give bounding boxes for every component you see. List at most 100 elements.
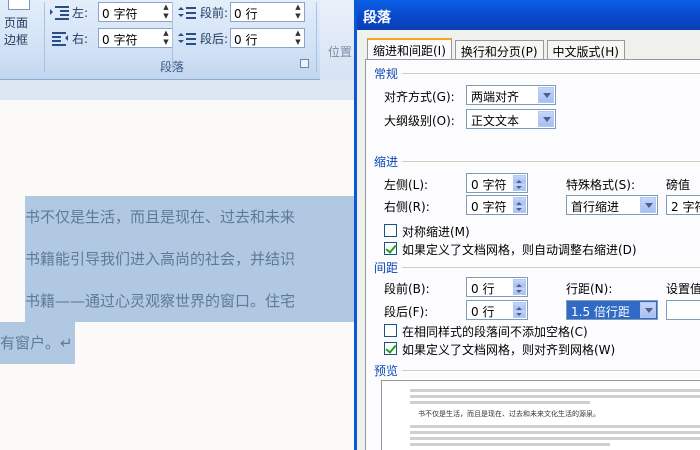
indent-left-value: 0 字符: [102, 7, 138, 21]
document-page[interactable]: 书不仅是生活，而且是现在、过去和未来 书籍能引导我们进入高尚的社会，并结识 书籍…: [0, 100, 360, 450]
mirror-indent-checkbox[interactable]: [384, 224, 397, 237]
line-spacing-value: 1.5 倍行距: [571, 305, 630, 319]
spin-down-icon[interactable]: [513, 205, 526, 213]
indent-by-value: 2 字符: [671, 200, 700, 214]
ribbon-separator: [44, 2, 45, 72]
page-border-button[interactable]: 页面 边框: [0, 0, 42, 52]
preview-line: [410, 389, 700, 392]
page-border-label-1: 页面: [4, 16, 29, 30]
chevron-down-icon[interactable]: [538, 111, 554, 127]
indent-by-field[interactable]: 2 字符: [666, 195, 700, 215]
line-spacing-label: 行距(N):: [566, 282, 613, 296]
no-space-same-style-checkbox[interactable]: [384, 324, 397, 337]
preview-line: [410, 437, 700, 440]
spin-arrows-icon[interactable]: ▲ ▼: [292, 3, 304, 21]
alignment-value: 两端对齐: [471, 90, 520, 104]
snap-to-grid-checkbox[interactable]: [384, 342, 397, 355]
preview-line: [410, 401, 590, 404]
space-before-field-label: 段前(B):: [384, 282, 430, 296]
no-space-same-style-label: 在相同样式的段落间不添加空格(C): [402, 325, 588, 339]
space-after-value: 0 行: [234, 33, 258, 47]
ribbon-space-after: 段后: 0 行 ▲ ▼: [178, 27, 305, 49]
line-spacing-select[interactable]: 1.5 倍行距: [566, 300, 658, 320]
tab-indents-spacing[interactable]: 缩进和间距(I): [367, 38, 452, 60]
spin-up-icon[interactable]: [513, 175, 526, 183]
special-indent-select[interactable]: 首行缩进: [566, 195, 658, 215]
indent-left-field[interactable]: 0 字符: [466, 173, 528, 193]
spin-arrows-icon[interactable]: ▲ ▼: [160, 29, 172, 47]
section-divider: [402, 370, 700, 371]
special-indent-label: 特殊格式(S):: [566, 178, 636, 192]
indent-left-spinner[interactable]: 0 字符 ▲ ▼: [98, 2, 173, 22]
spin-up-icon[interactable]: [513, 197, 526, 205]
preview-line: [410, 443, 610, 446]
outline-level-value: 正文文本: [471, 114, 520, 128]
indent-left-field-value: 0 字符: [471, 178, 507, 192]
ribbon-space-before: 段前: 0 行 ▲ ▼: [178, 1, 305, 23]
indent-right-spinner[interactable]: 0 字符 ▲ ▼: [98, 28, 173, 48]
indent-right-field[interactable]: 0 字符: [466, 195, 528, 215]
indent-left-label: 左:: [72, 5, 89, 20]
spin-arrows-icon[interactable]: ▲ ▼: [292, 29, 304, 47]
spin-down-icon[interactable]: [513, 183, 526, 191]
preview-line: [410, 431, 700, 434]
spacing-at-field[interactable]: [666, 300, 700, 320]
indent-right-value: 0 字符: [102, 33, 138, 47]
spin-arrows-icon[interactable]: ▲ ▼: [160, 3, 172, 21]
spin-up-icon[interactable]: [513, 302, 526, 310]
space-before-value: 0 行: [234, 7, 258, 21]
indent-section-title: 缩进: [374, 155, 399, 169]
indent-left-field-label: 左侧(L):: [384, 178, 429, 192]
chevron-down-icon[interactable]: [640, 197, 656, 213]
space-before-spinner[interactable]: 0 行 ▲ ▼: [230, 2, 305, 22]
tab-asian-typography[interactable]: 中文版式(H): [546, 40, 625, 60]
dialog-titlebar[interactable]: 段落: [357, 0, 700, 30]
indent-right-field-value: 0 字符: [471, 200, 507, 214]
space-after-field[interactable]: 0 行: [466, 300, 528, 320]
section-divider: [402, 267, 700, 268]
space-before-field[interactable]: 0 行: [466, 277, 528, 297]
dialog-title: 段落: [363, 10, 391, 26]
mirror-indent-label: 对称缩进(M): [402, 225, 470, 239]
paragraph-group-label: 段落: [160, 60, 185, 74]
indent-right-field-label: 右侧(R):: [384, 200, 430, 214]
document-line[interactable]: 书不仅是生活，而且是现在、过去和未来: [25, 196, 360, 238]
auto-adjust-right-indent-checkbox[interactable]: [384, 242, 397, 255]
tab-line-page-breaks[interactable]: 换行和分页(P): [454, 40, 544, 60]
position-button[interactable]: 位置: [320, 0, 358, 80]
spin-buttons[interactable]: [513, 197, 526, 213]
outline-level-select[interactable]: 正文文本: [466, 109, 556, 129]
page-border-label-2: 边框: [4, 33, 29, 47]
section-divider: [402, 161, 700, 162]
document-line[interactable]: 书籍能引导我们进入高尚的社会，并结识: [25, 238, 360, 280]
outline-level-label: 大纲级别(O):: [384, 114, 455, 128]
spin-down-icon[interactable]: [513, 310, 526, 318]
spacing-section-title: 间距: [374, 261, 399, 275]
document-line[interactable]: 有窗户。↵: [0, 322, 75, 364]
position-label: 位置: [328, 45, 353, 59]
chevron-down-icon[interactable]: [640, 302, 656, 318]
chevron-down-icon[interactable]: [538, 87, 554, 103]
dialog-launcher-icon[interactable]: [300, 59, 309, 68]
spin-down-icon[interactable]: [513, 287, 526, 295]
preview-line: [410, 395, 700, 398]
indent-right-label: 右:: [72, 31, 89, 46]
preview-section-title: 预览: [374, 364, 399, 378]
preview-sample-text: 书不仅是生活，而且是现在、过去和未来文化生活的源泉。: [418, 410, 600, 418]
spin-buttons[interactable]: [513, 302, 526, 318]
ribbon-separator: [316, 2, 317, 72]
alignment-select[interactable]: 两端对齐: [466, 85, 556, 105]
spin-buttons[interactable]: [513, 279, 526, 295]
space-after-spinner[interactable]: 0 行 ▲ ▼: [230, 28, 305, 48]
snap-to-grid-label: 如果定义了文档网格，则对齐到网格(W): [402, 343, 616, 357]
spin-buttons[interactable]: [513, 175, 526, 191]
space-before-label: 段前:: [200, 5, 229, 20]
spacing-at-label: 设置值: [666, 282, 700, 296]
document-line[interactable]: 书籍——通过心灵观察世界的窗口。住宅: [25, 280, 360, 322]
space-after-label: 段后:: [200, 31, 229, 46]
preview-box: 书不仅是生活，而且是现在、过去和未来文化生活的源泉。: [381, 380, 700, 450]
indent-left-icon: [50, 4, 70, 20]
general-section-title: 常规: [374, 67, 399, 81]
spin-up-icon[interactable]: [513, 279, 526, 287]
indent-by-label: 磅值: [666, 178, 691, 192]
